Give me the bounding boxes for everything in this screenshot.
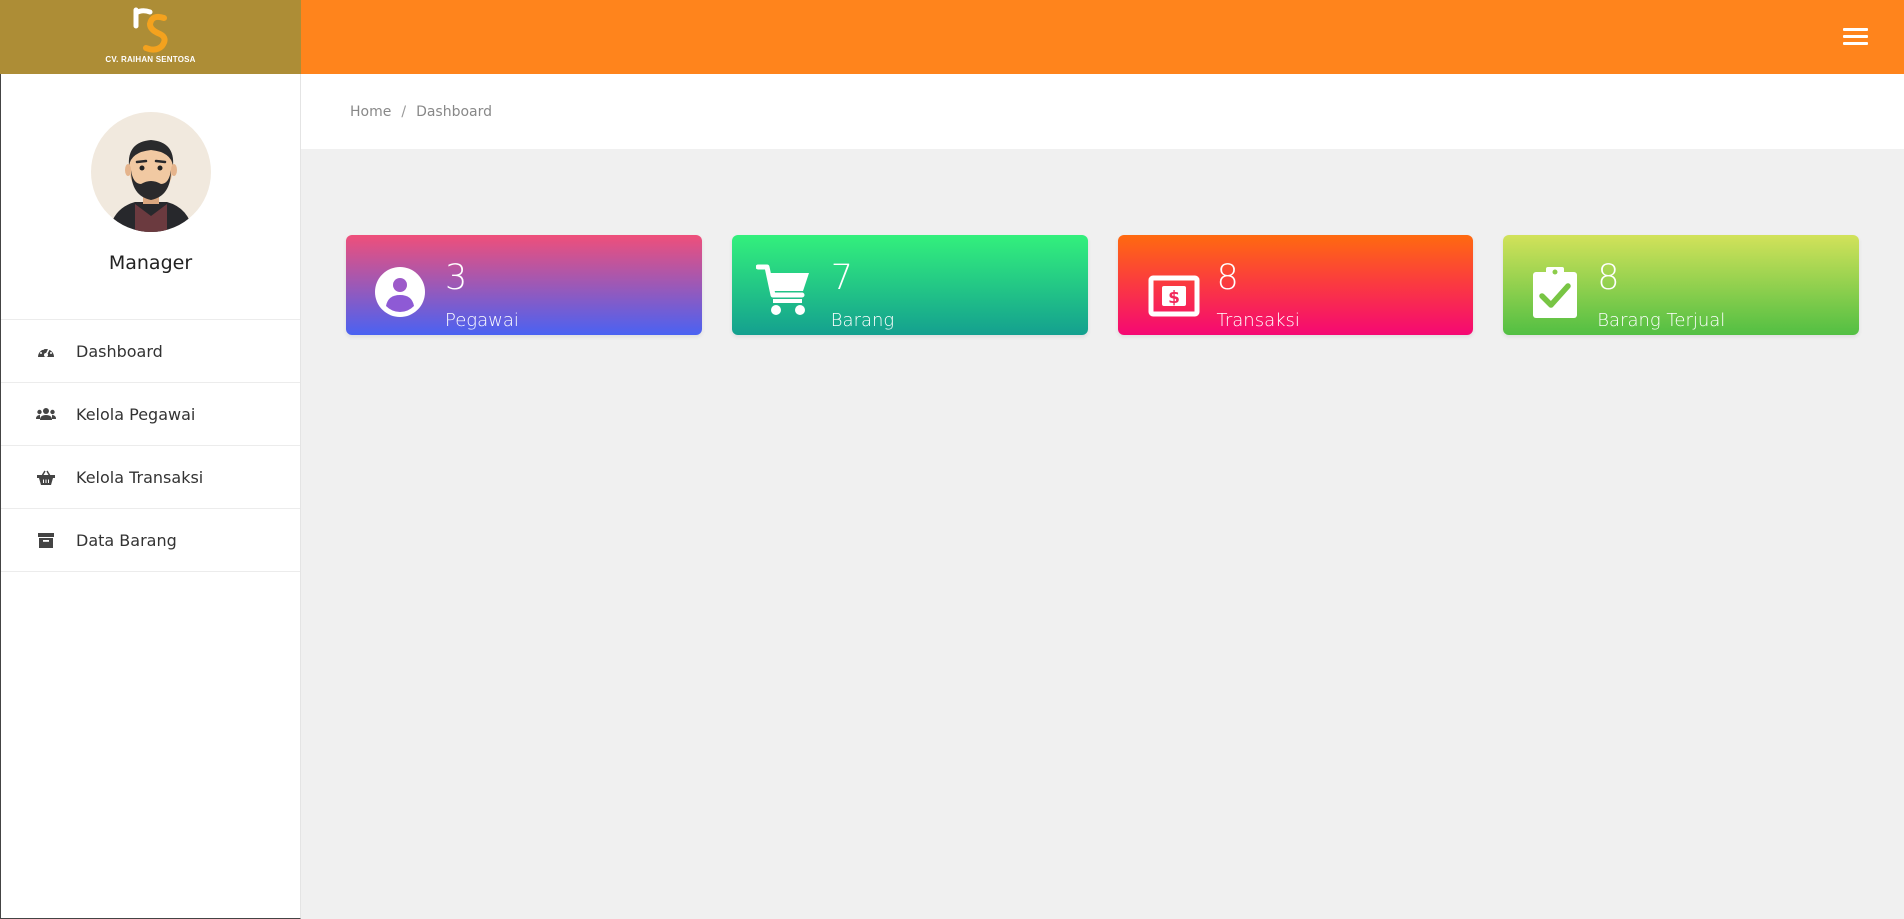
sidebar-item-kelola-transaksi[interactable]: Kelola Transaksi xyxy=(1,446,300,509)
sidebar-item-label: Data Barang xyxy=(76,530,177,550)
breadcrumb-current: Dashboard xyxy=(416,103,493,120)
brand[interactable]: CV. RAIHAN SENTOSA xyxy=(0,0,301,74)
sidebar: Manager Dashboard Kelola Pegawai Kelola … xyxy=(0,74,301,919)
stat-card-pegawai[interactable]: 3 Pegawai xyxy=(346,235,702,335)
stat-label: Barang Terjual xyxy=(1597,310,1726,331)
stat-label: Barang xyxy=(830,310,895,331)
stat-card-barang[interactable]: 7 Barang xyxy=(731,235,1088,335)
sidebar-item-dashboard[interactable]: Dashboard xyxy=(1,320,300,383)
stat-value: 8 xyxy=(1597,258,1620,298)
profile-role: Manager xyxy=(108,252,193,274)
shopping-cart-icon xyxy=(755,263,812,317)
sidebar-item-label: Dashboard xyxy=(76,341,163,361)
breadcrumb-separator: / xyxy=(401,103,407,120)
brand-name: CV. RAIHAN SENTOSA xyxy=(105,55,196,64)
users-icon xyxy=(36,406,56,422)
breadcrumb-home-link[interactable]: Home xyxy=(350,104,391,120)
sidebar-item-data-barang[interactable]: Data Barang xyxy=(1,509,300,572)
stat-value: 7 xyxy=(830,258,854,298)
stat-card-transaksi[interactable]: $ 8 Transaksi xyxy=(1117,235,1474,335)
money-bill-icon: $ xyxy=(1146,269,1202,323)
stats-cards: 3 Pegawai 7 Barang $ 8 Transaksi 8 Baran… xyxy=(346,235,1859,335)
stat-value: 3 xyxy=(445,258,468,298)
app: CV. RAIHAN SENTOSA Manager Dashboard Kel… xyxy=(0,0,1904,919)
user-profile: Manager xyxy=(1,74,300,320)
hamburger-icon[interactable] xyxy=(1841,26,1871,48)
user-circle-icon xyxy=(372,265,428,319)
svg-text:$: $ xyxy=(1168,288,1180,308)
bearded-man-avatar xyxy=(108,140,193,232)
stat-label: Transaksi xyxy=(1216,310,1300,331)
breadcrumb: Home / Dashboard xyxy=(301,74,1904,149)
rs-logo-icon xyxy=(133,7,168,53)
sidebar-item-label: Kelola Transaksi xyxy=(76,467,204,487)
stat-label: Pegawai xyxy=(445,310,519,331)
top-navbar xyxy=(301,0,1904,74)
archive-icon xyxy=(36,532,56,548)
tachometer-icon xyxy=(36,343,56,359)
stat-value: 8 xyxy=(1216,258,1239,298)
sidebar-item-label: Kelola Pegawai xyxy=(76,404,196,424)
avatar xyxy=(90,112,211,232)
sidebar-item-kelola-pegawai[interactable]: Kelola Pegawai xyxy=(1,383,300,446)
stat-card-barang-terjual[interactable]: 8 Barang Terjual xyxy=(1503,235,1859,335)
main-content: Home / Dashboard 3 Pegawai 7 Barang $ 8 … xyxy=(301,74,1904,919)
clipboard-check-icon xyxy=(1527,265,1583,319)
basket-icon xyxy=(36,469,56,485)
